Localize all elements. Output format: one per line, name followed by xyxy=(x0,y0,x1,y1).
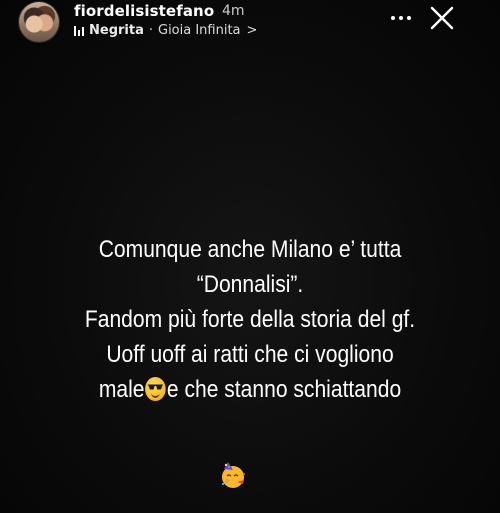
story-viewer[interactable]: fiordelisistefano 4m Negrita · Gioia Inf… xyxy=(0,0,500,513)
music-artist: Negrita xyxy=(89,23,144,38)
caption-line: Fandom più forte della storia del gf. xyxy=(84,306,416,333)
caption-text: male xyxy=(98,376,145,403)
more-dots-icon xyxy=(391,16,395,20)
close-icon xyxy=(430,6,454,30)
caption-line: male e che stanno schiattando xyxy=(35,372,465,407)
music-song: Gioia Infinita xyxy=(158,23,241,38)
music-separator: · xyxy=(148,23,153,38)
sunglasses-face-emoji-icon xyxy=(145,377,167,401)
caption-line: “Donnalisi”. xyxy=(196,271,304,298)
username[interactable]: fiordelisistefano xyxy=(74,2,214,20)
chevron-right-icon: > xyxy=(246,23,258,38)
close-button[interactable] xyxy=(427,3,457,33)
caption-line: Comunque anche Milano e’ tutta xyxy=(98,236,402,263)
story-caption: Comunque anche Milano e’ tutta “Donnalis… xyxy=(35,232,465,407)
partying-face-emoji-icon xyxy=(222,462,245,488)
post-time: 4m xyxy=(222,3,245,19)
story-header: fiordelisistefano 4m Negrita · Gioia Inf… xyxy=(0,0,500,48)
caption-line: Uoff uoff ai ratti che ci vogliono xyxy=(106,341,394,368)
music-sticker[interactable]: Negrita · Gioia Infinita > xyxy=(74,23,257,38)
profile-avatar[interactable] xyxy=(19,2,59,42)
music-bars-icon xyxy=(74,25,84,36)
caption-text: e che stanno schiattando xyxy=(166,376,402,403)
more-options-button[interactable] xyxy=(386,6,416,30)
